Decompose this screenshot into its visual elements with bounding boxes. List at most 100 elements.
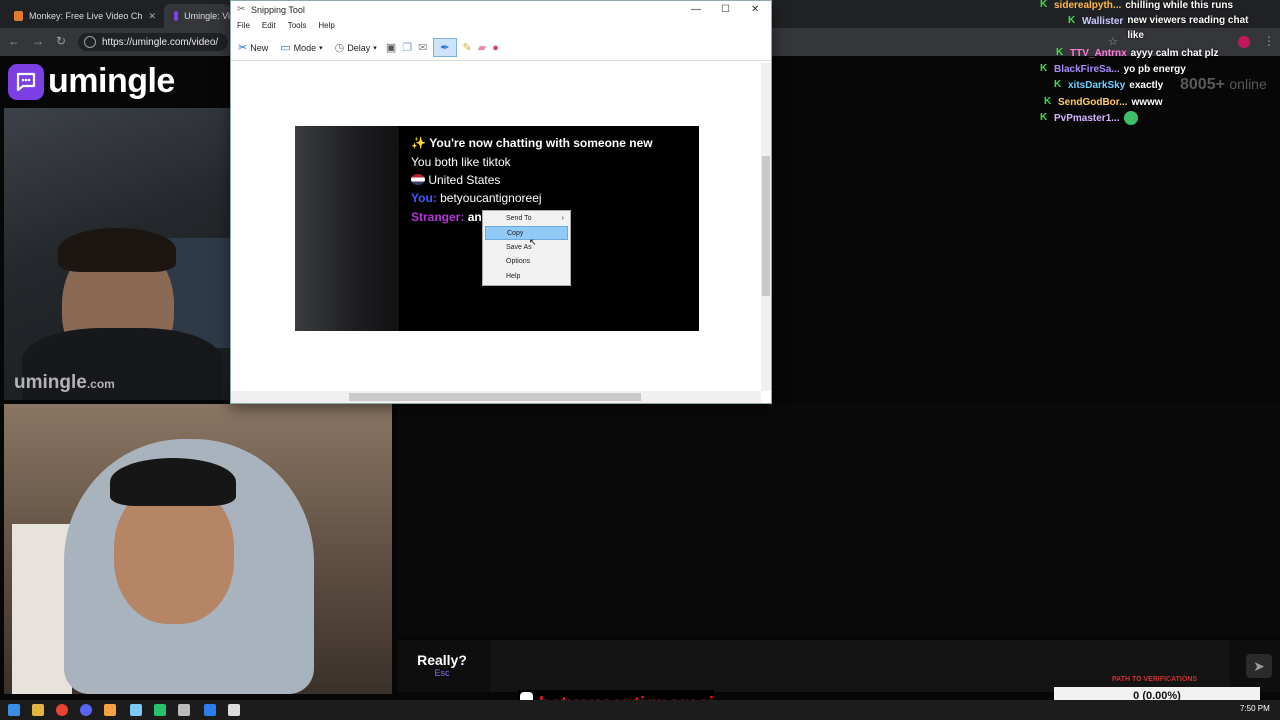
stranger-hair (58, 228, 176, 272)
snipping-tool-title: Snipping Tool (251, 5, 305, 15)
message-input[interactable] (490, 640, 1230, 692)
online-count: 8005+ (1180, 76, 1225, 93)
clock-icon: ◷ (334, 42, 345, 54)
ctx-copy-label: Copy (507, 230, 524, 237)
ctx-help-label: Help (506, 273, 521, 280)
kick-badge-icon: K (1040, 0, 1048, 10)
tab-close-icon[interactable]: ✕ (148, 11, 160, 22)
chevron-down-icon: ▾ (319, 44, 323, 52)
paint3d-icon[interactable]: ● (492, 42, 499, 54)
captured-video-thumbnail (295, 126, 399, 331)
chrome-icon[interactable] (56, 704, 68, 716)
back-icon[interactable]: ← (8, 34, 20, 48)
sparkle-icon: ✨ (411, 136, 426, 150)
online-label: online (1229, 76, 1267, 92)
snipping-tool-titlebar: ✂ Snipping Tool — ☐ ✕ (231, 1, 771, 21)
ctx-options-label: Options (506, 258, 531, 265)
ctx-send-to[interactable]: Send To › (485, 212, 568, 226)
menu-tools[interactable]: Tools (288, 21, 307, 35)
pen-icon: ✒ (440, 42, 450, 54)
chat-text: ayyy calm chat plz (1130, 47, 1219, 59)
snipping-tool-toolbar: ✂ New ▭ Mode ▾ ◷ Delay ▾ ▣ ❐ ✉ ✒ ✎ ▰ ● (231, 35, 771, 61)
mode-button[interactable]: ▭ Mode ▾ (277, 39, 325, 56)
site-info-icon[interactable] (84, 36, 96, 48)
tab-monkey[interactable]: Monkey: Free Live Video Ch ✕ (4, 4, 160, 28)
new-snip-button[interactable]: ✂ New (235, 39, 271, 56)
capcut-icon[interactable] (178, 704, 190, 716)
self-video (4, 404, 392, 694)
watermark-main: umingle (14, 372, 87, 393)
skip-button[interactable]: Really? Esc (410, 652, 474, 678)
forward-icon[interactable]: → (32, 34, 44, 48)
pen-tool-button[interactable]: ✒ (433, 38, 457, 57)
eraser-icon[interactable]: ▰ (478, 41, 486, 54)
you-label: You: (411, 191, 437, 205)
ctx-help[interactable]: Help (485, 270, 568, 284)
chat-username: xitsDarkSky (1068, 79, 1126, 91)
capture-line-1: ✨ You're now chatting with someone new (411, 136, 653, 150)
highlighter-icon[interactable]: ✎ (463, 41, 472, 54)
skip-button-label: Really? (417, 652, 467, 668)
kick-badge-icon: K (1068, 15, 1076, 26)
ctx-copy[interactable]: Copy (485, 226, 568, 240)
vertical-scroll-thumb[interactable] (762, 156, 770, 296)
menu-help[interactable]: Help (318, 21, 334, 35)
chat-text: chilling while this runs (1125, 0, 1234, 11)
send-snip-icon[interactable]: ✉ (418, 41, 427, 54)
send-button[interactable]: ➤ (1246, 654, 1272, 678)
file-explorer-icon[interactable] (32, 704, 44, 716)
watermark-suffix: .com (86, 377, 115, 391)
chat-message: K xitsDarkSky exactly (1054, 77, 1163, 93)
delay-label: Delay (347, 42, 371, 53)
discord-icon[interactable] (80, 704, 92, 716)
delay-button[interactable]: ◷ Delay ▾ (332, 39, 380, 56)
us-flag-icon (411, 174, 425, 185)
reload-icon[interactable]: ↻ (56, 34, 66, 48)
menu-file[interactable]: File (237, 21, 250, 35)
emote-icon (1123, 111, 1138, 125)
chat-message: K SendGodBor... wwww (1044, 94, 1163, 110)
tab-umingle-title: Umingle: Vi (184, 11, 230, 21)
copy-icon[interactable]: ❐ (402, 41, 412, 54)
monkey-favicon-icon (14, 11, 24, 21)
save-icon[interactable]: ▣ (386, 41, 396, 54)
tab-umingle[interactable]: Umingle: Vi (164, 4, 230, 28)
close-icon[interactable]: ✕ (751, 4, 759, 15)
gaming-chair (12, 524, 72, 694)
horizontal-scroll-thumb[interactable] (349, 393, 641, 401)
mode-label: Mode (293, 42, 317, 53)
url-bar[interactable]: https://umingle.com/video/ (78, 33, 228, 51)
start-icon[interactable] (8, 704, 20, 716)
ctx-save-as[interactable]: Save As (485, 241, 568, 255)
chat-username: BlackFireSa... (1054, 63, 1120, 75)
browser-menu-icon[interactable]: ⋮ (1263, 34, 1275, 48)
capture-you-line: You: betyoucantignoreej (411, 191, 542, 205)
obs-icon[interactable] (104, 704, 116, 716)
capture-line-3-text: United States (428, 173, 501, 187)
ctx-options[interactable]: Options (485, 255, 568, 269)
snipping-tool-window: ✂ Snipping Tool — ☐ ✕ File Edit Tools He… (230, 0, 772, 404)
notepad-icon[interactable] (130, 704, 142, 716)
stranger-label: Stranger: (411, 210, 465, 224)
capture-stranger-line: Stranger: an (411, 210, 482, 224)
zoom-icon[interactable] (204, 704, 216, 716)
windows-taskbar (0, 700, 1280, 720)
minimize-icon[interactable]: — (691, 4, 701, 15)
self-cap (110, 458, 236, 506)
kick-badge-icon: K (1054, 79, 1062, 90)
chat-text: new viewers reading chat like (1127, 15, 1249, 41)
goal-title: PATH TO VERIFICATIONS (1112, 676, 1198, 683)
url-text: https://umingle.com/video/ (102, 36, 219, 48)
chat-username: Wallister (1082, 15, 1124, 27)
app-icon[interactable] (154, 704, 166, 716)
context-menu: Send To › Copy Save As Options Help (482, 210, 571, 286)
kick-badge-icon: K (1056, 47, 1064, 58)
chat-message: K TTV_Antrnx ayyy calm chat plz (1056, 45, 1219, 61)
chevron-right-icon: › (561, 215, 564, 222)
tab-monkey-title: Monkey: Free Live Video Ch (29, 11, 143, 21)
chat-message: K BlackFireSa... yo pb energy (1040, 61, 1186, 77)
scissors-icon: ✂ (237, 4, 246, 15)
maximize-icon[interactable]: ☐ (721, 4, 730, 15)
snipping-tool-taskbar-icon[interactable] (228, 704, 240, 716)
menu-edit[interactable]: Edit (262, 21, 276, 35)
